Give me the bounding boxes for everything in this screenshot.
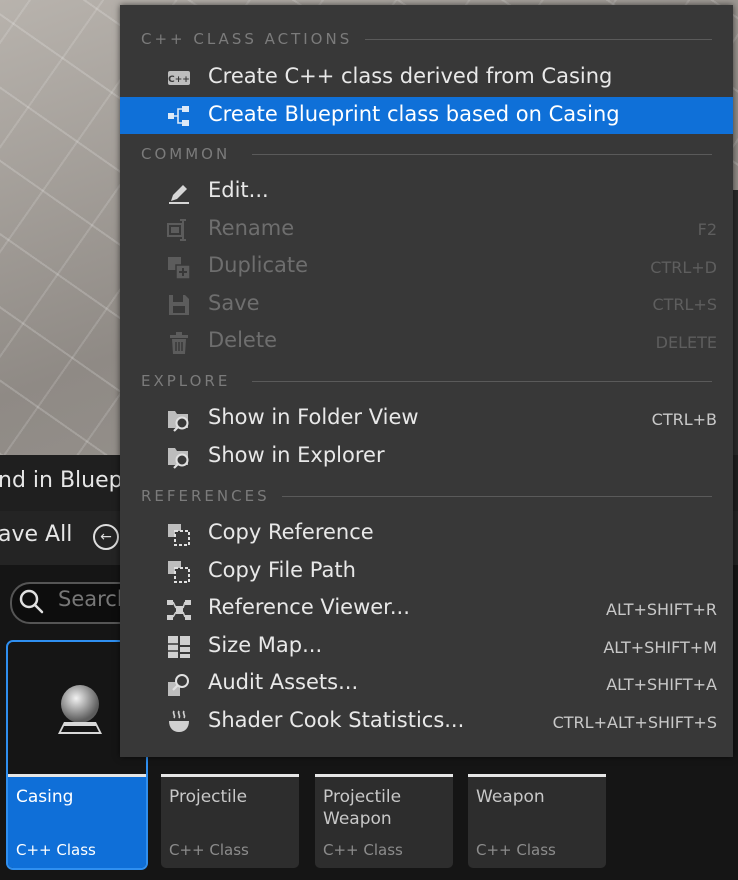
section-divider: [282, 496, 712, 497]
section-divider: [252, 154, 712, 155]
tile-type-bar: [161, 774, 299, 777]
menu-item-shortcut: CTRL+B: [651, 410, 717, 429]
section-explore: EXPLORE: [141, 372, 231, 390]
menu-item-shortcut: DELETE: [655, 333, 717, 352]
section-common: COMMON: [141, 145, 231, 163]
asset-type: C++ Class: [169, 841, 249, 859]
menu-item-label: Copy File Path: [208, 558, 356, 582]
menu-item-label: Duplicate: [208, 253, 309, 277]
menu-item-label: Delete: [208, 328, 277, 352]
menu-item-shortcut: CTRL+D: [650, 258, 717, 277]
asset-type: C++ Class: [323, 841, 403, 859]
menu-item-label: Rename: [208, 216, 295, 240]
tile-type-bar: [468, 774, 606, 777]
duplicate-icon: [168, 257, 191, 280]
sphere-actor-icon: [58, 685, 102, 734]
asset-type: C++ Class: [16, 841, 96, 859]
menu-item-label: Reference Viewer...: [208, 595, 410, 619]
save-all-button[interactable]: ave All: [0, 522, 72, 547]
section-divider: [365, 39, 712, 40]
shader-icon: [169, 710, 189, 732]
folder-search-icon: [168, 411, 189, 432]
menu-item-label: Save: [208, 291, 260, 315]
asset-type: C++ Class: [476, 841, 556, 859]
asset-name: Weapon: [476, 787, 545, 807]
menu-item-shortcut: ALT+SHIFT+A: [606, 675, 717, 694]
menu-item-shortcut: ALT+SHIFT+R: [606, 600, 717, 619]
size-map-icon: [168, 636, 190, 658]
menu-item-label: Audit Assets...: [208, 670, 359, 694]
menu-item-label: Edit...: [208, 178, 269, 202]
asset-name: Casing: [16, 787, 74, 807]
tile-type-bar: [8, 774, 146, 777]
copy-reference-icon: [168, 524, 190, 546]
audit-icon: [168, 674, 189, 696]
tile-type-bar: [315, 774, 453, 777]
section-references: REFERENCES: [141, 487, 270, 505]
menu-item-label: Size Map...: [208, 633, 323, 657]
copy-path-icon: [168, 561, 190, 583]
section-cpp-class-actions: C++ CLASS ACTIONS: [141, 30, 353, 48]
cpp-class-icon: C++: [168, 71, 190, 85]
menu-item-label: Shader Cook Statistics...: [208, 708, 465, 732]
save-icon: [169, 295, 189, 315]
section-divider: [252, 381, 712, 382]
back-arrow-icon[interactable]: ←: [93, 524, 119, 550]
viewport-edge: [733, 190, 738, 455]
svg-text:C++: C++: [168, 75, 190, 85]
menu-item-shortcut: CTRL+S: [652, 295, 717, 314]
menu-item-shortcut: F2: [697, 220, 717, 239]
blueprint-class-icon: [168, 106, 189, 126]
menu-item-label: Create Blueprint class based on Casing: [208, 102, 620, 126]
reference-viewer-icon: [167, 600, 191, 620]
pencil-icon: [169, 185, 189, 204]
menu-item-label: Show in Folder View: [208, 405, 419, 429]
folder-search-icon: [168, 448, 189, 469]
menu-item-label: Create C++ class derived from Casing: [208, 64, 613, 88]
rename-icon: [167, 219, 186, 241]
menu-item-label: Show in Explorer: [208, 443, 385, 467]
trash-icon: [170, 332, 188, 354]
menu-item-shortcut: CTRL+ALT+SHIFT+S: [552, 713, 717, 732]
asset-name: Projectile Weapon: [323, 787, 402, 829]
menu-item-shortcut: ALT+SHIFT+M: [603, 638, 717, 657]
asset-name: Projectile: [169, 787, 248, 807]
menu-item-label: Copy Reference: [208, 520, 374, 544]
search-icon: [19, 589, 44, 614]
